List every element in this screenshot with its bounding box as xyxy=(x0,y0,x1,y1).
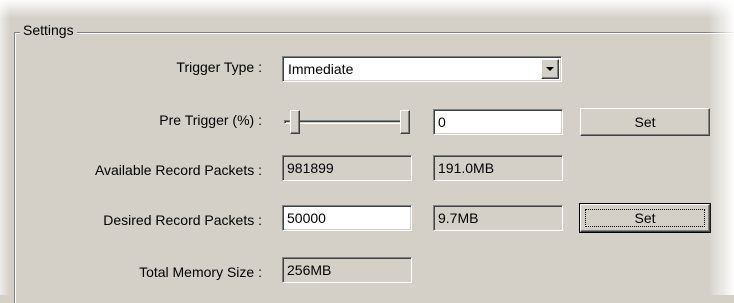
trigger-type-label: Trigger Type : xyxy=(176,59,262,75)
pre-trigger-input[interactable]: 0 xyxy=(433,109,563,135)
available-record-packets-field: 981899 xyxy=(282,155,412,181)
pre-trigger-slider-track[interactable] xyxy=(284,120,410,124)
pre-trigger-slider-thumb-right[interactable] xyxy=(400,110,410,134)
desired-record-set-button[interactable]: Set xyxy=(579,203,711,233)
pre-trigger-slider[interactable] xyxy=(282,109,412,135)
desired-record-size-field: 9.7MB xyxy=(433,205,563,231)
available-record-packets-label: Available Record Packets : xyxy=(94,162,262,178)
desired-record-packets-input[interactable]: 50000 xyxy=(282,205,412,231)
pre-trigger-slider-thumb-left[interactable] xyxy=(290,110,300,134)
desired-record-packets-label: Desired Record Packets : xyxy=(103,212,262,228)
total-memory-size-label: Total Memory Size : xyxy=(139,264,262,280)
trigger-type-combobox[interactable]: Immediate xyxy=(282,56,562,82)
pre-trigger-set-button[interactable]: Set xyxy=(580,108,710,136)
total-memory-size-field: 256MB xyxy=(282,257,412,283)
chevron-down-icon[interactable] xyxy=(541,59,559,79)
settings-group-title: Settings xyxy=(20,22,77,38)
pre-trigger-label: Pre Trigger (%) : xyxy=(159,112,262,128)
desired-record-set-button-label: Set xyxy=(634,210,656,226)
available-record-size-field: 191.0MB xyxy=(433,155,563,181)
trigger-type-value: Immediate xyxy=(288,61,354,77)
